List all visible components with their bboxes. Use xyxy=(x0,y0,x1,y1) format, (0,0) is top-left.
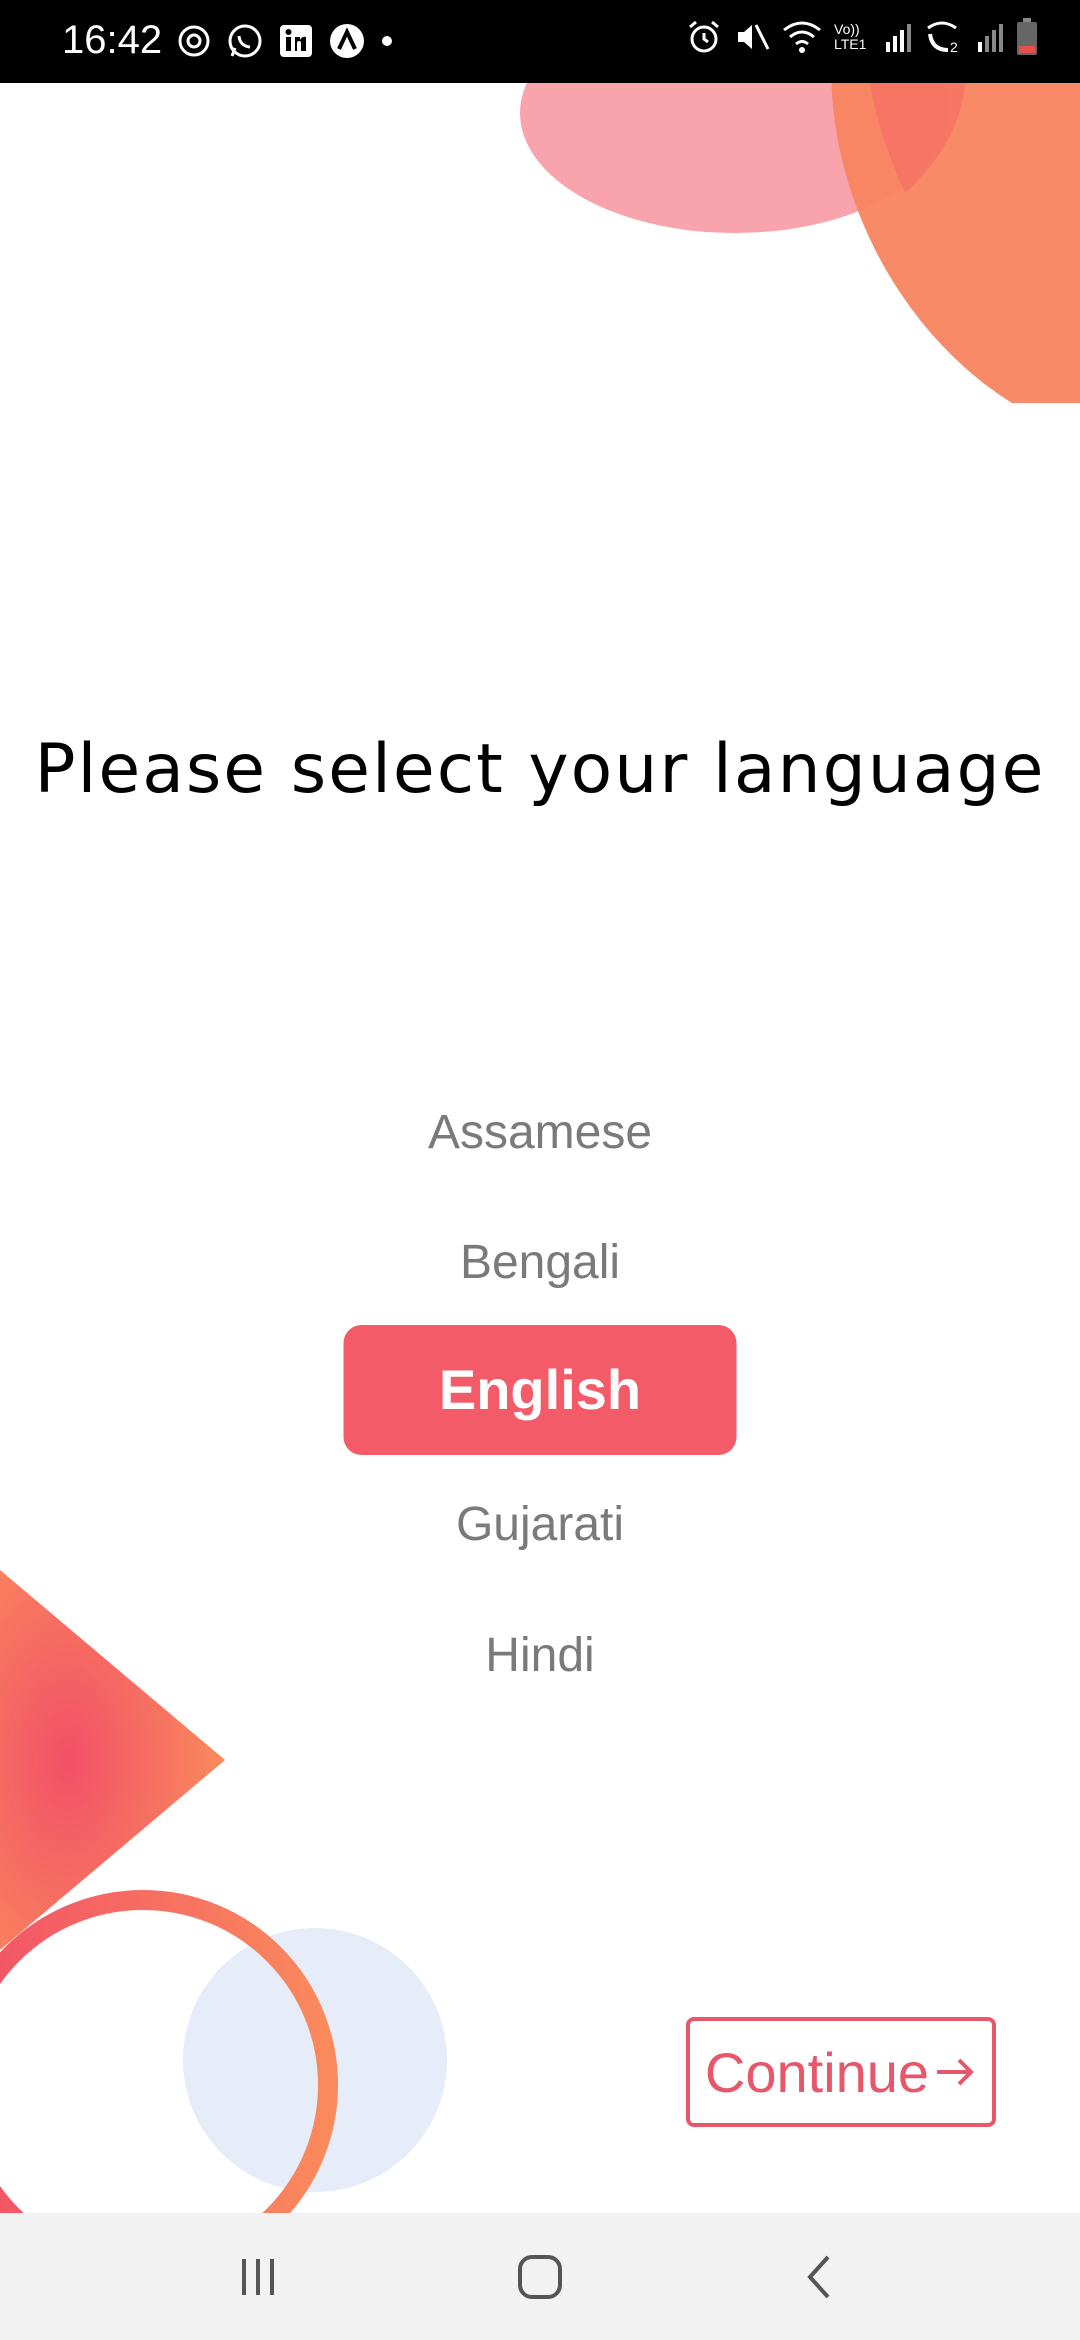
volte-lte1-icon: Vo)) LTE1 xyxy=(834,22,872,52)
svg-text:2: 2 xyxy=(950,39,958,54)
signal-icon xyxy=(886,24,911,52)
linkedin-icon xyxy=(280,25,312,57)
wifi-icon xyxy=(783,21,821,53)
continue-button[interactable]: Continue xyxy=(686,2017,996,2127)
recents-button[interactable] xyxy=(178,2213,338,2340)
back-button[interactable] xyxy=(740,2213,900,2340)
page-title: Please select your language xyxy=(34,730,1046,809)
language-option-hindi[interactable]: Hindi xyxy=(485,1628,594,1683)
language-option-assamese[interactable]: Assamese xyxy=(428,1105,652,1160)
whatsapp-icon xyxy=(228,24,262,58)
home-button[interactable] xyxy=(460,2213,620,2340)
back-icon xyxy=(807,2255,830,2298)
sync-icon xyxy=(178,25,210,57)
continue-label: Continue xyxy=(704,2040,930,2104)
home-icon xyxy=(518,2254,562,2299)
language-option-english[interactable]: English xyxy=(343,1325,737,1455)
status-time: 16:42 xyxy=(62,18,163,62)
alarm-icon xyxy=(689,20,719,53)
arrow-right-icon xyxy=(937,2058,974,2086)
battery-icon xyxy=(1017,18,1037,55)
status-bar: 16:42 Vo)) LTE1 2 xyxy=(0,0,1080,83)
navigation-bar xyxy=(0,2213,1080,2340)
recents-icon xyxy=(242,2258,274,2295)
decorative-shapes-bottom xyxy=(0,1570,447,2220)
mute-icon xyxy=(738,24,770,50)
signal-2-icon xyxy=(978,24,1003,52)
language-option-gujarati[interactable]: Gujarati xyxy=(456,1497,624,1552)
volte-text: Vo)) LTE1 xyxy=(834,21,867,52)
dot-icon xyxy=(382,36,392,46)
decorative-shapes-top xyxy=(520,83,1080,403)
wifi-call-2-icon: 2 xyxy=(927,21,958,54)
language-option-bengali[interactable]: Bengali xyxy=(460,1235,620,1290)
app-a-icon xyxy=(330,24,364,58)
